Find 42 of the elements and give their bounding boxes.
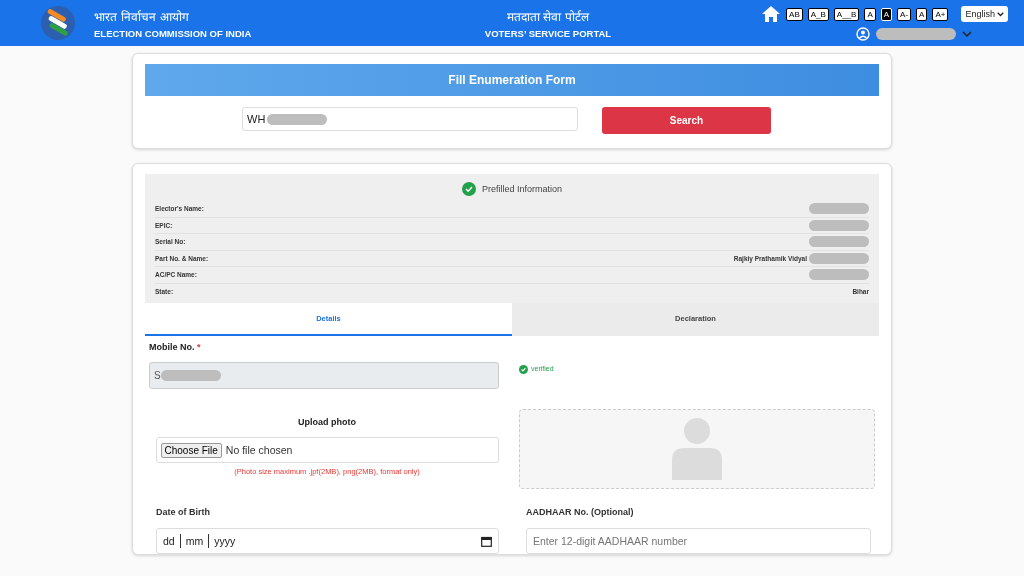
redaction-mark: [809, 236, 869, 248]
font-size-button[interactable]: A-: [897, 7, 912, 21]
choose-file-button[interactable]: Choose File: [160, 442, 222, 458]
text-spacing-button[interactable]: A_B: [807, 7, 829, 21]
field-label: Mobile No. *: [149, 342, 202, 352]
person-silhouette-icon: [670, 418, 724, 480]
aadhaar-field[interactable]: Enter 12-digit AADHAAR number: [526, 528, 871, 554]
calendar-icon[interactable]: [481, 535, 492, 547]
language-select[interactable]: English: [961, 6, 1008, 22]
org-name: ELECTION COMMISSION OF INDIA: [94, 27, 252, 39]
form-title: Fill Enumeration Form: [448, 73, 576, 87]
portal-name: VOTERS’ SERVICE PORTAL: [484, 27, 612, 39]
mobile-field[interactable]: S: [149, 362, 499, 389]
text-spacing-button[interactable]: A__B: [833, 7, 860, 21]
font-size-button[interactable]: A+: [932, 7, 949, 21]
contrast-button[interactable]: A: [864, 7, 876, 21]
redaction-mark: [809, 252, 869, 264]
search-button[interactable]: Search: [602, 107, 771, 134]
redaction-mark: [809, 219, 869, 231]
file-field[interactable]: Choose File No file chosen: [155, 437, 499, 463]
field-label: AADHAAR No. (Optional): [526, 507, 635, 517]
chevron-down-icon: [997, 11, 1004, 17]
home-icon[interactable]: [761, 5, 782, 23]
user-icon[interactable]: [856, 27, 871, 41]
text-spacing-button[interactable]: AB: [786, 7, 803, 21]
ballot-logo-icon: [38, 5, 78, 41]
font-size-button[interactable]: A: [916, 7, 928, 21]
org-name-hindi: भारत निर्वाचन आयोग: [94, 8, 190, 25]
redaction-mark: [267, 113, 328, 125]
date-field[interactable]: dd mm yyyy: [156, 528, 499, 554]
chevron-down-icon[interactable]: [962, 30, 973, 38]
contrast-button[interactable]: A: [880, 7, 893, 21]
check-circle-icon: [461, 182, 476, 196]
panel-title: Prefilled Information: [481, 184, 562, 194]
portal-name-hindi: मतदाता सेवा पोर्टल: [506, 8, 590, 25]
check-circle-icon: [519, 365, 528, 374]
field-label: Upload photo: [298, 417, 356, 427]
redaction-mark: [809, 269, 869, 281]
redaction-mark: [160, 370, 221, 381]
redaction-mark: [809, 203, 869, 215]
field-label: Date of Birth: [156, 507, 211, 517]
search-field[interactable]: WH: [242, 107, 578, 131]
